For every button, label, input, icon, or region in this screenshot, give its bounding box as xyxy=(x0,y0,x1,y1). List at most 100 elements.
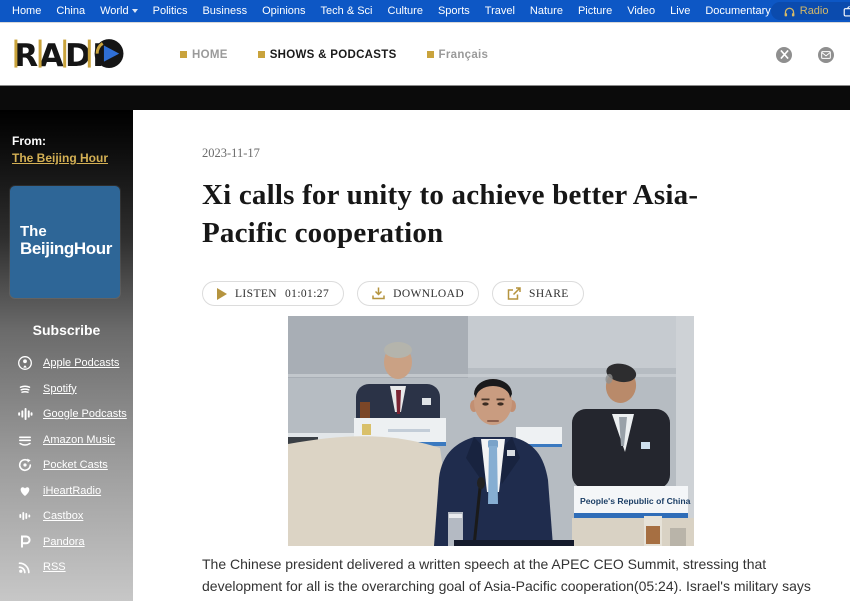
topbar-item-politics[interactable]: Politics xyxy=(153,5,188,17)
nav-francais[interactable]: Français xyxy=(427,49,489,61)
mail-icon[interactable] xyxy=(818,47,834,63)
pandora-icon xyxy=(17,534,33,550)
subscribe-pandora[interactable]: Pandora xyxy=(0,534,133,550)
subscribe-amazon-music[interactable]: Amazon Music xyxy=(0,432,133,448)
nav-shows-label: SHOWS & PODCASTS xyxy=(270,49,397,61)
topbar-item-live[interactable]: Live xyxy=(670,5,690,17)
top-nav-bar: Home China World Politics Business Opini… xyxy=(0,0,850,22)
topbar-item-opinions[interactable]: Opinions xyxy=(262,5,305,17)
tv-link[interactable]: TV xyxy=(843,5,850,18)
subscribe-google-podcasts[interactable]: Google Podcasts xyxy=(0,406,133,422)
download-label: DOWNLOAD xyxy=(393,288,464,300)
subscribe-label: Google Podcasts xyxy=(43,408,127,420)
topbar-item-video[interactable]: Video xyxy=(627,5,655,17)
google-podcasts-icon xyxy=(17,406,33,422)
topbar-item-travel[interactable]: Travel xyxy=(485,5,515,17)
subscribe-label: RSS xyxy=(43,561,66,573)
subscribe-label: Spotify xyxy=(43,383,77,395)
topbar-item-world[interactable]: World xyxy=(100,5,138,17)
radio-label: Radio xyxy=(800,5,829,17)
radio-tv-switch: Radio TV xyxy=(771,2,850,20)
photo-nameplate-text: People's Republic of China xyxy=(580,496,691,506)
share-icon xyxy=(507,287,521,301)
subscribe-apple-podcasts[interactable]: Apple Podcasts xyxy=(0,355,133,371)
listen-duration: 01:01:27 xyxy=(285,288,329,300)
topbar-item-culture[interactable]: Culture xyxy=(388,5,423,17)
topbar-item-china[interactable]: China xyxy=(56,5,85,17)
topbar-item-nature[interactable]: Nature xyxy=(530,5,563,17)
subscribe-label: Castbox xyxy=(43,510,83,522)
amazon-music-icon xyxy=(17,432,33,448)
subscribe-label: Apple Podcasts xyxy=(43,357,119,369)
share-label: SHARE xyxy=(529,288,569,300)
subscribe-list: Apple Podcasts Spotify Google Podcasts A… xyxy=(0,355,133,575)
tv-icon xyxy=(843,5,850,18)
article-date: 2023-11-17 xyxy=(202,146,260,161)
header-social-icons xyxy=(776,23,834,86)
subscribe-rss[interactable]: RSS xyxy=(0,559,133,575)
topbar-item-documentary[interactable]: Documentary xyxy=(705,5,770,17)
nav-home[interactable]: HOME xyxy=(180,49,228,61)
radio-logo[interactable]: RADI xyxy=(14,33,126,80)
logo-gold-bar xyxy=(88,40,91,68)
iheartradio-icon xyxy=(17,483,33,499)
share-button[interactable]: SHARE xyxy=(492,281,584,306)
subscribe-castbox[interactable]: Castbox xyxy=(0,508,133,524)
topbar-item-business[interactable]: Business xyxy=(202,5,247,17)
castbox-icon xyxy=(17,508,33,524)
spotify-icon xyxy=(17,381,33,397)
topbar-right-controls: Radio TV xyxy=(771,0,850,22)
logo-gold-bar xyxy=(63,40,66,68)
gold-square-icon xyxy=(180,51,187,58)
article-main: 2023-11-17 Xi calls for unity to achieve… xyxy=(133,110,850,601)
nav-home-label: HOME xyxy=(192,49,228,61)
topbar-item-sports[interactable]: Sports xyxy=(438,5,470,17)
subscribe-label: Amazon Music xyxy=(43,434,115,446)
cover-line2: BeijingHour xyxy=(20,239,120,258)
x-social-icon[interactable] xyxy=(776,47,792,63)
download-icon xyxy=(372,287,385,300)
logo-gold-bar xyxy=(39,40,42,68)
from-label: From: xyxy=(12,134,46,148)
subscribe-label: Pandora xyxy=(43,536,85,548)
top-nav-items: Home China World Politics Business Opini… xyxy=(0,5,771,17)
topbar-item-home[interactable]: Home xyxy=(12,5,41,17)
listen-button[interactable]: LISTEN 01:01:27 xyxy=(202,281,344,306)
logo-gold-bar xyxy=(14,40,17,68)
subscribe-label: Pocket Casts xyxy=(43,459,108,471)
topbar-item-tech-sci[interactable]: Tech & Sci xyxy=(321,5,373,17)
subscribe-pocket-casts[interactable]: Pocket Casts xyxy=(0,457,133,473)
article-title: Xi calls for unity to achieve better Asi… xyxy=(202,176,774,252)
headphones-icon xyxy=(783,5,796,18)
article-photo: People's Republic of China xyxy=(288,316,694,546)
radio-link[interactable]: Radio xyxy=(783,5,829,18)
subscribe-spotify[interactable]: Spotify xyxy=(0,381,133,397)
subscribe-iheartradio[interactable]: iHeartRadio xyxy=(0,483,133,499)
download-button[interactable]: DOWNLOAD xyxy=(357,281,479,306)
pocket-casts-icon xyxy=(17,457,33,473)
rss-icon xyxy=(17,559,33,575)
header-nav: HOME SHOWS & PODCASTS Français xyxy=(180,23,488,86)
play-icon xyxy=(217,288,227,300)
listen-label: LISTEN xyxy=(235,288,277,300)
site-header: RADI HOME SHOWS & PODCASTS Français xyxy=(0,22,850,85)
chevron-down-icon xyxy=(132,9,138,13)
cover-line1: The xyxy=(20,224,120,239)
podcast-sidebar: From: The Beijing Hour The BeijingHour S… xyxy=(0,110,133,601)
beijing-hour-cover[interactable]: The BeijingHour xyxy=(10,186,120,298)
topbar-item-world-label: World xyxy=(100,5,129,17)
nav-shows-podcasts[interactable]: SHOWS & PODCASTS xyxy=(258,49,397,61)
gold-square-icon xyxy=(258,51,265,58)
article-body: The Chinese president delivered a writte… xyxy=(202,554,814,601)
apple-podcasts-icon xyxy=(17,355,33,371)
subscribe-label: iHeartRadio xyxy=(43,485,101,497)
nav-francais-label: Français xyxy=(439,49,489,61)
logo-word: RADI xyxy=(14,38,105,74)
topbar-item-picture[interactable]: Picture xyxy=(578,5,612,17)
show-link-beijing-hour[interactable]: The Beijing Hour xyxy=(12,151,108,165)
subscribe-heading: Subscribe xyxy=(0,322,133,338)
gold-square-icon xyxy=(427,51,434,58)
article-actions: LISTEN 01:01:27 DOWNLOAD SHARE xyxy=(202,281,584,306)
header-divider-band xyxy=(0,85,850,110)
page: Home China World Politics Business Opini… xyxy=(0,0,850,601)
